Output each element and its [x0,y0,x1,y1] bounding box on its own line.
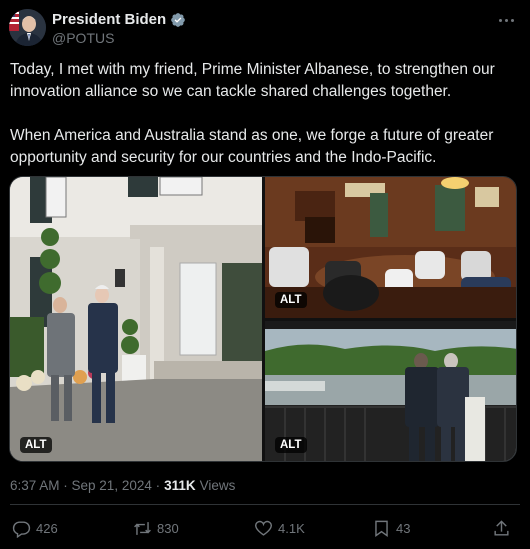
author-handle[interactable]: @POTUS [52,30,114,46]
repost-count: 830 [157,521,179,536]
bookmark-icon [375,520,388,538]
media-grid: ALT ALT ALT [9,176,517,462]
bookmark-button[interactable]: 43 [372,519,410,538]
verified-badge-icon [171,12,186,27]
repost-icon [134,522,151,535]
tweet-meta: 6:37 AM · Sep 21, 2024 · 311K Views [10,478,235,493]
avatar-portrait-icon [9,9,46,46]
like-count: 4.1K [278,521,305,536]
reply-count: 426 [36,521,58,536]
reply-button[interactable]: 426 [12,519,58,538]
more-options-button[interactable] [495,11,517,29]
alt-text-badge[interactable]: ALT [275,437,307,453]
views-label: Views [199,478,236,493]
reply-icon [12,521,31,538]
photo-balcony-river[interactable]: ALT [265,321,516,461]
action-bar: 426 830 4.1K 43 [12,519,518,541]
tweet-header: President Biden @POTUS [9,9,521,47]
photo-leaders-outside-house[interactable]: ALT [10,177,262,461]
heart-icon [255,520,272,536]
share-button[interactable] [492,519,511,538]
timestamp[interactable]: 6:37 AM · Sep 21, 2024 · [10,478,160,493]
more-dot-icon [498,18,502,22]
tweet-text: Today, I met with my friend, Prime Minis… [10,61,495,166]
house-photo-icon [10,177,262,461]
author-display-name[interactable]: President Biden [52,11,166,28]
share-icon [494,520,509,536]
more-dot-icon [504,18,508,22]
repost-button[interactable]: 830 [133,519,179,538]
views-count: 311K [164,478,196,493]
alt-text-badge[interactable]: ALT [275,292,307,308]
divider [10,504,520,505]
name-row: President Biden [52,11,186,28]
alt-text-badge[interactable]: ALT [20,437,52,453]
author-avatar[interactable] [9,9,46,46]
bookmark-count: 43 [396,521,411,536]
like-button[interactable]: 4.1K [254,519,305,538]
photo-meeting-room[interactable]: ALT [265,177,516,318]
more-dot-icon [510,18,514,22]
